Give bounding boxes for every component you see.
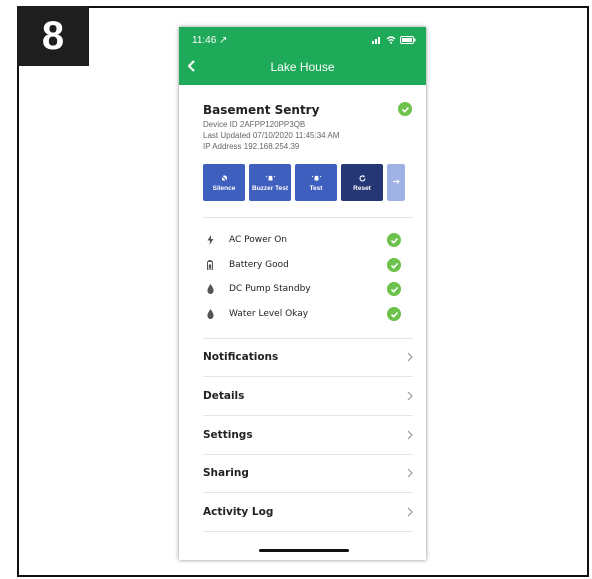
menu-item-sharing[interactable]: Sharing bbox=[203, 454, 413, 493]
header-bar: 11:46 ↗ Lake House bbox=[179, 27, 426, 85]
water-drop-icon bbox=[206, 309, 214, 319]
dc-pump-check-icon bbox=[387, 282, 401, 296]
chevron-right-icon bbox=[407, 468, 413, 478]
lightning-icon bbox=[207, 235, 213, 245]
arrow-right-icon bbox=[392, 179, 400, 184]
status-row-ac-power: AC Power On bbox=[203, 231, 413, 249]
ip-address: IP Address 192.168.254.39 bbox=[203, 142, 300, 151]
test-label: Test bbox=[309, 184, 323, 192]
last-updated: Last Updated 07/10/2020 11:45:34 AM bbox=[203, 131, 340, 140]
test-button[interactable]: Test bbox=[295, 164, 337, 201]
refresh-icon bbox=[358, 174, 366, 181]
battery-check-icon bbox=[387, 258, 401, 272]
silence-label: Silence bbox=[212, 184, 236, 192]
menu-item-details[interactable]: Details bbox=[203, 377, 413, 416]
water-drop-icon bbox=[206, 284, 214, 294]
ringing-bell-icon bbox=[311, 175, 321, 180]
step-number-badge: 8 bbox=[17, 6, 89, 66]
menu-item-settings[interactable]: Settings bbox=[203, 416, 413, 455]
chevron-right-icon bbox=[407, 430, 413, 440]
menu-item-notifications[interactable]: Notifications bbox=[203, 338, 413, 377]
water-level-check-icon bbox=[387, 307, 401, 321]
wifi-icon bbox=[386, 36, 396, 44]
chevron-right-icon bbox=[407, 391, 413, 401]
menu-label: Settings bbox=[203, 429, 253, 441]
menu-label: Sharing bbox=[203, 467, 249, 479]
ac-power-check-icon bbox=[387, 233, 401, 247]
device-id: Device ID 2AFPP120PP3QB bbox=[203, 120, 306, 129]
menu-label: Notifications bbox=[203, 351, 279, 363]
ringing-bell-icon bbox=[265, 175, 275, 180]
status-row-dc-pump: DC Pump Standby bbox=[203, 280, 413, 298]
bell-off-icon bbox=[220, 174, 228, 182]
signal-icon bbox=[372, 37, 380, 44]
chevron-right-icon bbox=[407, 352, 413, 362]
status-label: DC Pump Standby bbox=[229, 284, 311, 294]
reset-label: Reset bbox=[353, 184, 371, 192]
divider bbox=[203, 217, 413, 218]
menu-item-activity-log[interactable]: Activity Log bbox=[203, 493, 413, 532]
buzzer-test-label: Buzzer Test bbox=[252, 184, 288, 192]
status-label: Battery Good bbox=[229, 260, 289, 270]
reset-button[interactable]: Reset bbox=[341, 164, 383, 201]
status-row-battery: Battery Good bbox=[203, 256, 413, 274]
battery-icon bbox=[400, 36, 416, 44]
status-row-water-level: Water Level Okay bbox=[203, 305, 413, 323]
buzzer-test-button[interactable]: Buzzer Test bbox=[249, 164, 291, 201]
menu-label: Details bbox=[203, 390, 245, 402]
device-ok-check-icon bbox=[398, 102, 412, 116]
more-actions-button[interactable] bbox=[387, 164, 405, 201]
home-indicator bbox=[259, 549, 349, 552]
nav-title: Lake House bbox=[270, 60, 335, 74]
device-name: Basement Sentry bbox=[203, 103, 320, 117]
device-card: Basement Sentry Device ID 2AFPP120PP3QB … bbox=[203, 103, 413, 152]
status-time: 11:46 ↗ bbox=[192, 35, 228, 46]
battery-icon bbox=[207, 260, 213, 270]
status-label: Water Level Okay bbox=[229, 309, 309, 319]
silence-button[interactable]: Silence bbox=[203, 164, 245, 201]
status-icons bbox=[372, 36, 416, 44]
action-buttons: Silence Buzzer Test Test Reset bbox=[203, 164, 405, 201]
menu-label: Activity Log bbox=[203, 506, 274, 518]
chevron-right-icon bbox=[407, 507, 413, 517]
phone-screen: 11:46 ↗ Lake House Basement Sentry Devic… bbox=[179, 27, 426, 560]
status-label: AC Power On bbox=[229, 235, 288, 245]
